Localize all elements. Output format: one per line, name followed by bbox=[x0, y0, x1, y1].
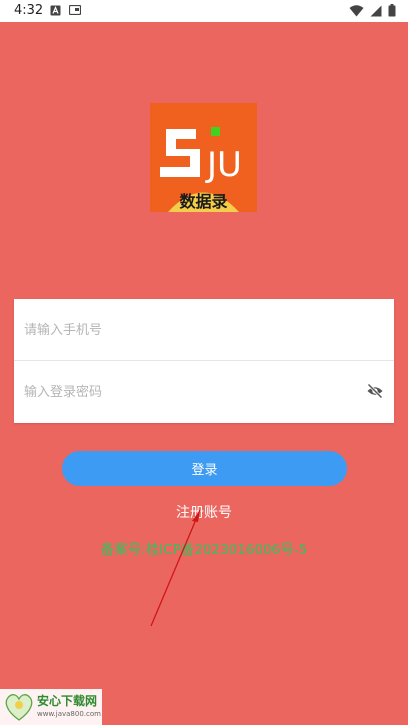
battery-icon bbox=[388, 4, 396, 17]
login-button[interactable]: 登录 bbox=[62, 451, 347, 486]
logo-s-mark bbox=[160, 129, 200, 177]
icp-record-text: 备案号:桂ICP备2023016006号-5 bbox=[100, 542, 308, 558]
status-bar: 4:32 bbox=[0, 0, 408, 22]
password-input[interactable] bbox=[22, 375, 356, 409]
app-logo: JU 数据录 bbox=[150, 103, 257, 212]
password-input-row bbox=[14, 361, 394, 422]
watermark-text: 安心下载网 bbox=[37, 694, 98, 708]
card-icon bbox=[69, 5, 81, 15]
text-a-icon bbox=[50, 5, 61, 16]
wifi-icon bbox=[349, 4, 364, 16]
phone-input-row bbox=[14, 299, 394, 361]
status-time: 4:32 bbox=[14, 3, 44, 18]
heart-logo-icon bbox=[5, 694, 33, 721]
login-card bbox=[14, 299, 394, 423]
watermark-url: www.java800.com bbox=[37, 710, 101, 718]
phone-input[interactable] bbox=[22, 313, 356, 347]
watermark-badge: 安心下载网 www.java800.com bbox=[0, 689, 102, 725]
register-link[interactable]: 注册账号 bbox=[0, 502, 408, 522]
logo-green-square bbox=[211, 127, 220, 136]
signal-icon bbox=[370, 5, 382, 16]
status-left-icons bbox=[50, 5, 81, 16]
eye-off-icon[interactable] bbox=[366, 382, 384, 400]
status-right-icons bbox=[349, 4, 396, 17]
logo-caption: 数据录 bbox=[179, 192, 227, 211]
logo-letters: JU bbox=[205, 145, 242, 185]
